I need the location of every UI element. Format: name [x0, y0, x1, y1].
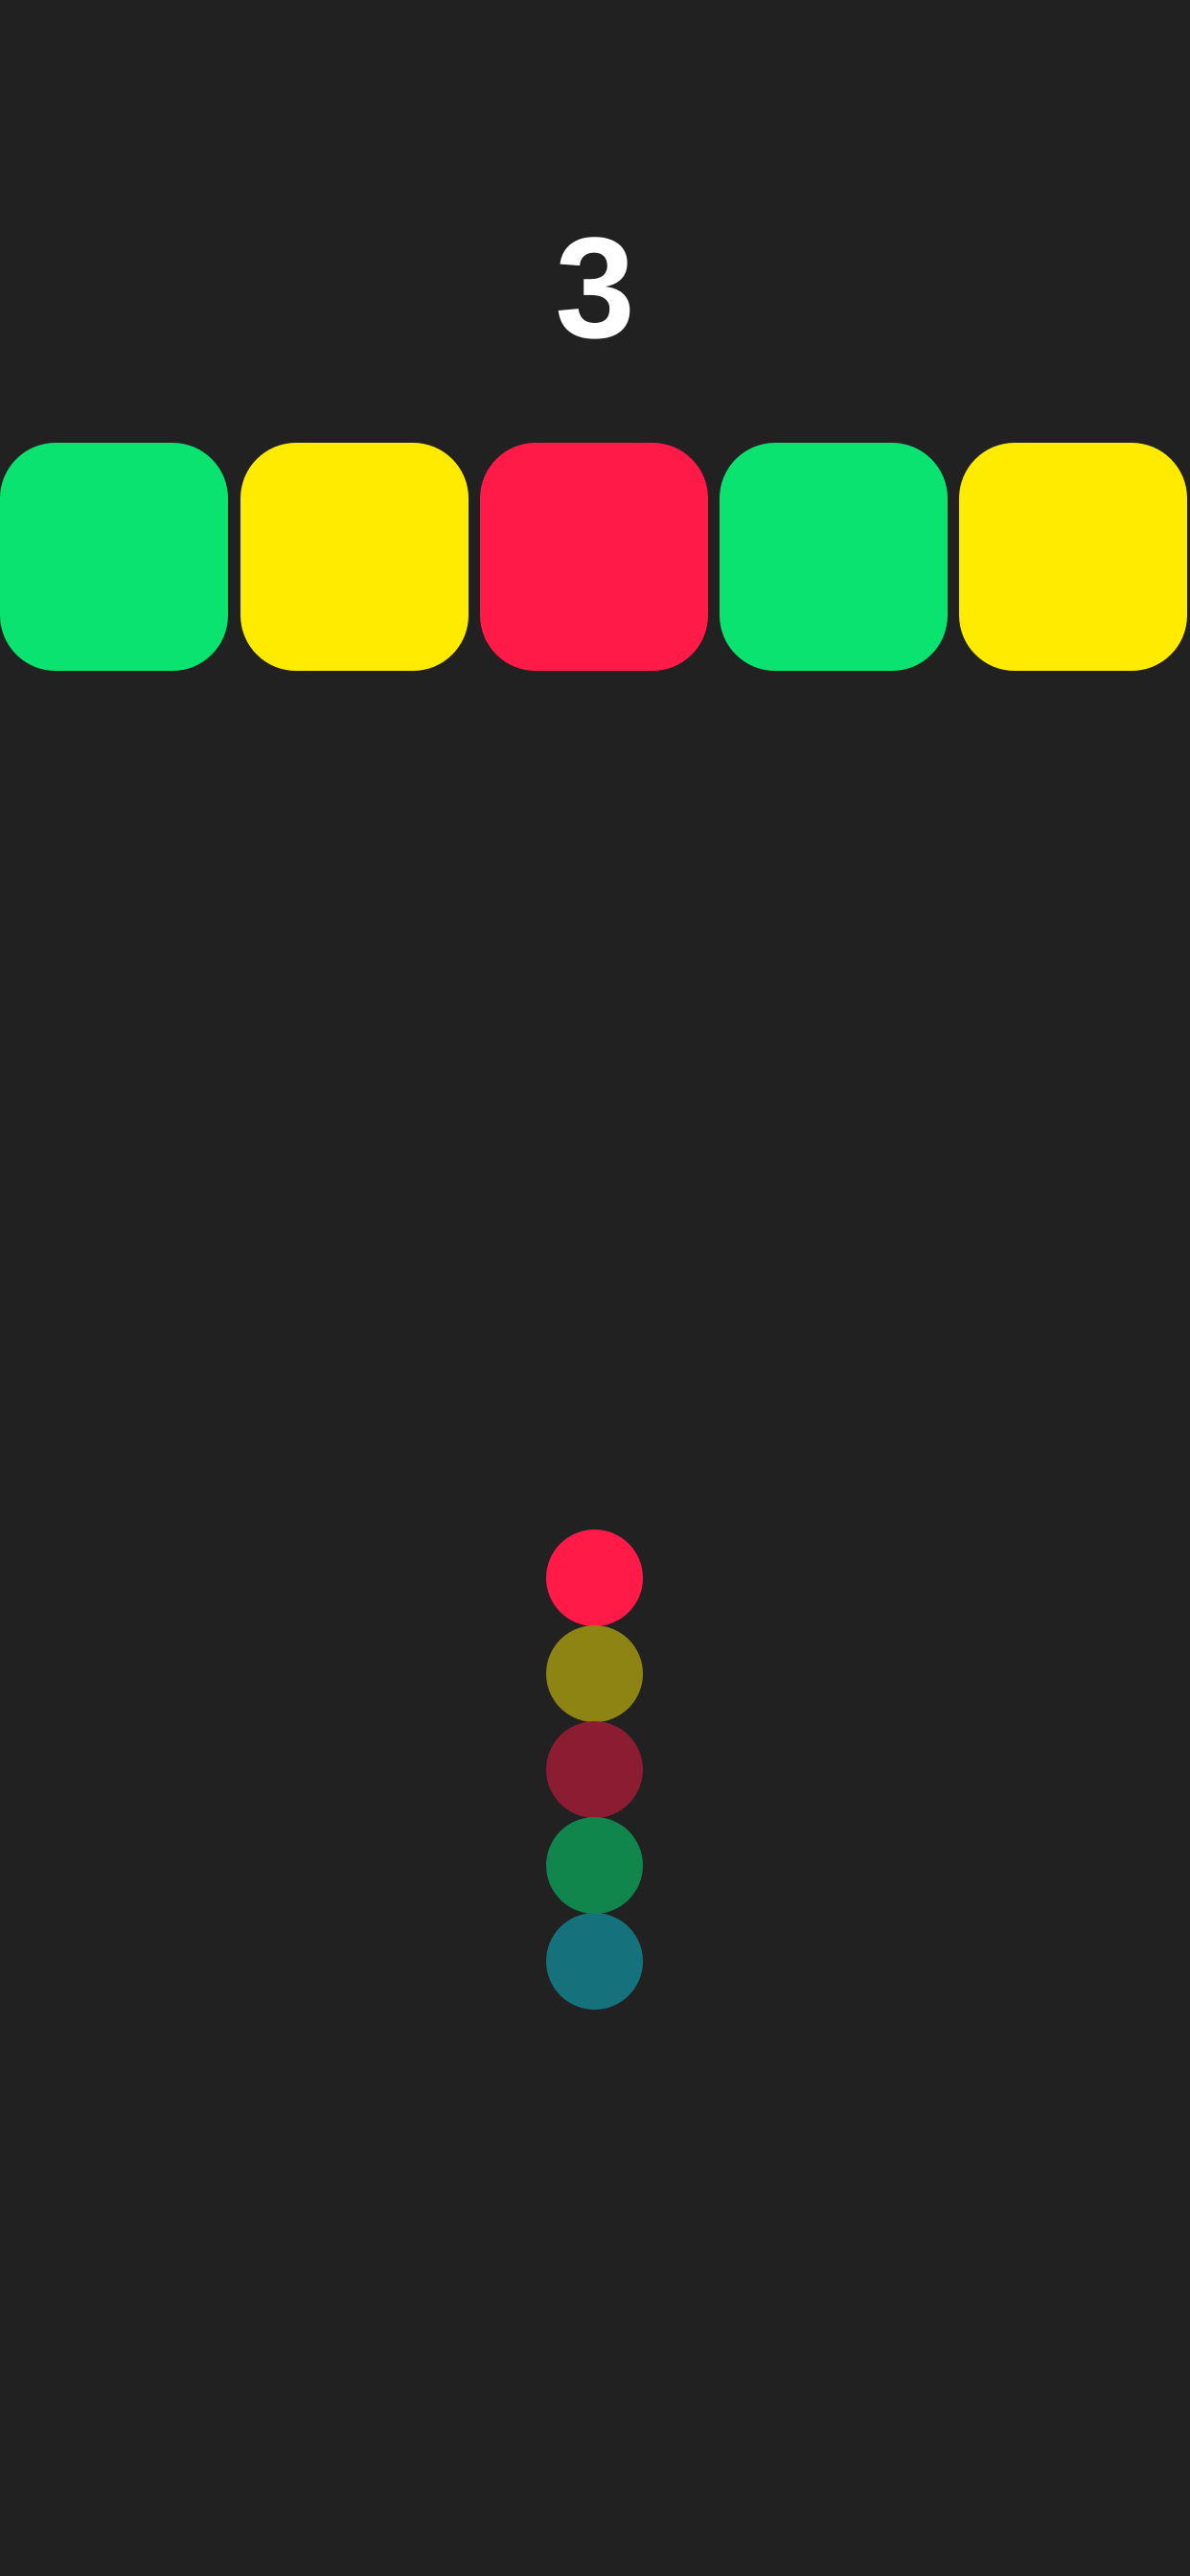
snake-segment-5: [546, 1913, 643, 2010]
snake-segment-2: [546, 1625, 643, 1722]
block-5: [959, 443, 1187, 671]
block-2: [240, 443, 469, 671]
block-4: [720, 443, 948, 671]
snake-head[interactable]: [546, 1530, 643, 1626]
block-1: [0, 443, 228, 671]
game-screen[interactable]: 3: [0, 0, 1190, 2576]
score-counter: 3: [555, 207, 635, 368]
snake-segment-3: [546, 1721, 643, 1818]
block-row: [0, 443, 1190, 671]
snake[interactable]: [546, 1530, 643, 2010]
snake-segment-4: [546, 1817, 643, 1914]
block-3: [480, 443, 708, 671]
